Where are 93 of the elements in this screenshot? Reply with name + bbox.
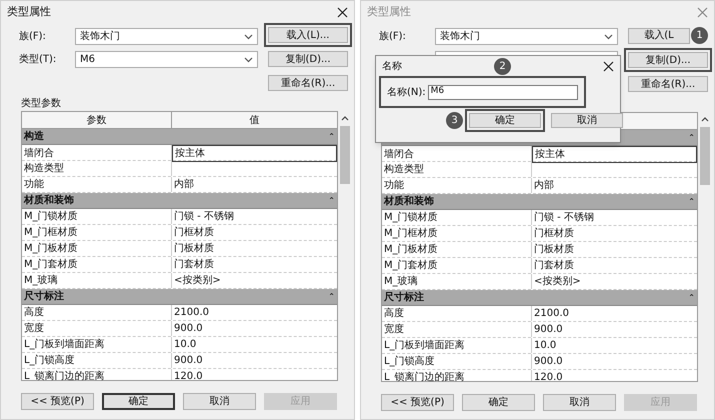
- dialog-button[interactable]: 复制(D)...: [628, 52, 708, 68]
- field-label: 类型(T):: [19, 52, 58, 67]
- section-label: 类型参数: [21, 96, 61, 110]
- table-cell[interactable]: 900.0: [172, 353, 337, 368]
- scrollbar-thumb[interactable]: [340, 126, 350, 184]
- table-cell: L_门锁高度: [22, 353, 172, 368]
- table-cell: M_门锁材质: [22, 209, 172, 224]
- table-cell: 构造类型: [22, 161, 172, 176]
- footer-button[interactable]: 取消: [183, 393, 256, 410]
- table-cell[interactable]: 门框材质: [172, 225, 337, 240]
- table-cell: M_门锁材质: [382, 210, 532, 225]
- footer-button[interactable]: << 预览(P): [21, 393, 94, 410]
- table-cell: 宽度: [382, 322, 532, 337]
- footer-button[interactable]: 确定: [462, 394, 535, 411]
- group-header[interactable]: 尺寸标注 ⌃: [22, 289, 337, 305]
- table-cell: M_门板材质: [382, 242, 532, 257]
- table-cell[interactable]: 2100.0: [532, 306, 697, 321]
- step-marker: 1: [691, 27, 708, 44]
- close-icon[interactable]: [337, 6, 348, 18]
- table-cell[interactable]: 门框材质: [532, 226, 697, 241]
- table-cell: 墙闭合: [382, 146, 532, 163]
- table-cell[interactable]: 内部: [532, 178, 697, 193]
- footer-button[interactable]: 取消: [543, 394, 616, 411]
- close-icon[interactable]: [603, 60, 614, 72]
- table-cell[interactable]: 10.0: [172, 337, 337, 352]
- table-cell: M_门框材质: [382, 226, 532, 241]
- table-cell[interactable]: 900.0: [532, 322, 697, 337]
- dialog-button[interactable]: 载入(L)...: [268, 27, 348, 43]
- dialog-button[interactable]: 重命名(R)...: [268, 75, 348, 91]
- step-marker: 3: [446, 112, 463, 129]
- table-cell[interactable]: 门锁 - 不锈钢: [172, 209, 337, 224]
- table-cell[interactable]: 门板材质: [172, 241, 337, 256]
- table-cell: M_玻璃: [382, 274, 532, 289]
- name-input-field[interactable]: M6: [428, 84, 578, 100]
- table-cell: 高度: [382, 306, 532, 321]
- scroll-up-icon[interactable]: [701, 117, 709, 122]
- field-label: 名称(N):: [387, 86, 426, 100]
- column-header: 参数: [86, 114, 106, 128]
- table-cell: 构造类型: [382, 162, 532, 177]
- table-cell[interactable]: 2100.0: [172, 305, 337, 320]
- table-cell[interactable]: 门板材质: [532, 242, 697, 257]
- table-cell[interactable]: 门套材质: [532, 258, 697, 273]
- table-cell: 宽度: [22, 321, 172, 336]
- column-header: 值: [250, 114, 260, 128]
- table-cell[interactable]: 内部: [172, 177, 337, 192]
- table-cell: 高度: [22, 305, 172, 320]
- dialog-button[interactable]: 取消: [551, 113, 623, 128]
- field-label: 族(F):: [19, 30, 47, 44]
- window-title: 类型属性: [367, 4, 411, 20]
- scrollbar-thumb[interactable]: [700, 127, 710, 185]
- table-cell[interactable]: 门套材质: [172, 257, 337, 272]
- table-cell[interactable]: 按主体: [172, 145, 337, 162]
- family-dropdown[interactable]: 装饰木门: [435, 28, 618, 45]
- field-label: 族(F):: [379, 30, 407, 44]
- window-title: 类型属性: [7, 4, 51, 20]
- scroll-up-icon[interactable]: [341, 116, 349, 121]
- table-cell: M_门板材质: [22, 241, 172, 256]
- table-cell: M_门框材质: [22, 225, 172, 240]
- table-cell: L_门锁高度: [382, 354, 532, 369]
- dialog-button[interactable]: 确定: [469, 113, 541, 128]
- table-cell: 功能: [22, 177, 172, 192]
- group-header[interactable]: 材质和装饰 ⌃: [22, 193, 337, 209]
- table-cell[interactable]: 按主体: [532, 146, 697, 163]
- group-header[interactable]: 尺寸标注 ⌃: [382, 290, 697, 306]
- table-cell[interactable]: 120.0: [532, 370, 697, 381]
- group-header[interactable]: 构造 ⌃: [22, 129, 337, 145]
- table-cell[interactable]: 120.0: [172, 369, 337, 380]
- table-cell: 墙闭合: [22, 145, 172, 162]
- group-header[interactable]: 材质和装饰 ⌃: [382, 194, 697, 210]
- table-cell[interactable]: 900.0: [532, 354, 697, 369]
- dialog-button[interactable]: 载入(L: [628, 28, 690, 44]
- footer-button[interactable]: << 预览(P): [381, 394, 454, 411]
- chevron-down-icon: [244, 56, 253, 62]
- table-cell: L_门板到墙面距离: [22, 337, 172, 352]
- dialog-button[interactable]: 重命名(R)...: [628, 76, 708, 92]
- footer-button[interactable]: 确定: [102, 393, 175, 410]
- table-cell[interactable]: 900.0: [172, 321, 337, 336]
- table-cell[interactable]: 10.0: [532, 338, 697, 353]
- table-cell: M_玻璃: [22, 273, 172, 288]
- table-cell: L_门板到墙面距离: [382, 338, 532, 353]
- step-marker: 2: [494, 58, 511, 74]
- dialog-button[interactable]: 复制(D)...: [268, 51, 348, 67]
- table-cell: M_门套材质: [22, 257, 172, 272]
- table-cell[interactable]: <按类别>: [532, 274, 697, 289]
- table-cell: M_门套材质: [382, 258, 532, 273]
- table-cell[interactable]: 门锁 - 不锈钢: [532, 210, 697, 225]
- family-dropdown[interactable]: 装饰木门: [75, 28, 258, 45]
- type-dropdown[interactable]: M6: [75, 51, 258, 68]
- chevron-down-icon: [244, 34, 253, 40]
- chevron-down-icon: [604, 34, 613, 40]
- dialog-title: 名称: [382, 60, 402, 74]
- table-cell[interactable]: <按类别>: [172, 273, 337, 288]
- table-cell: 功能: [382, 178, 532, 193]
